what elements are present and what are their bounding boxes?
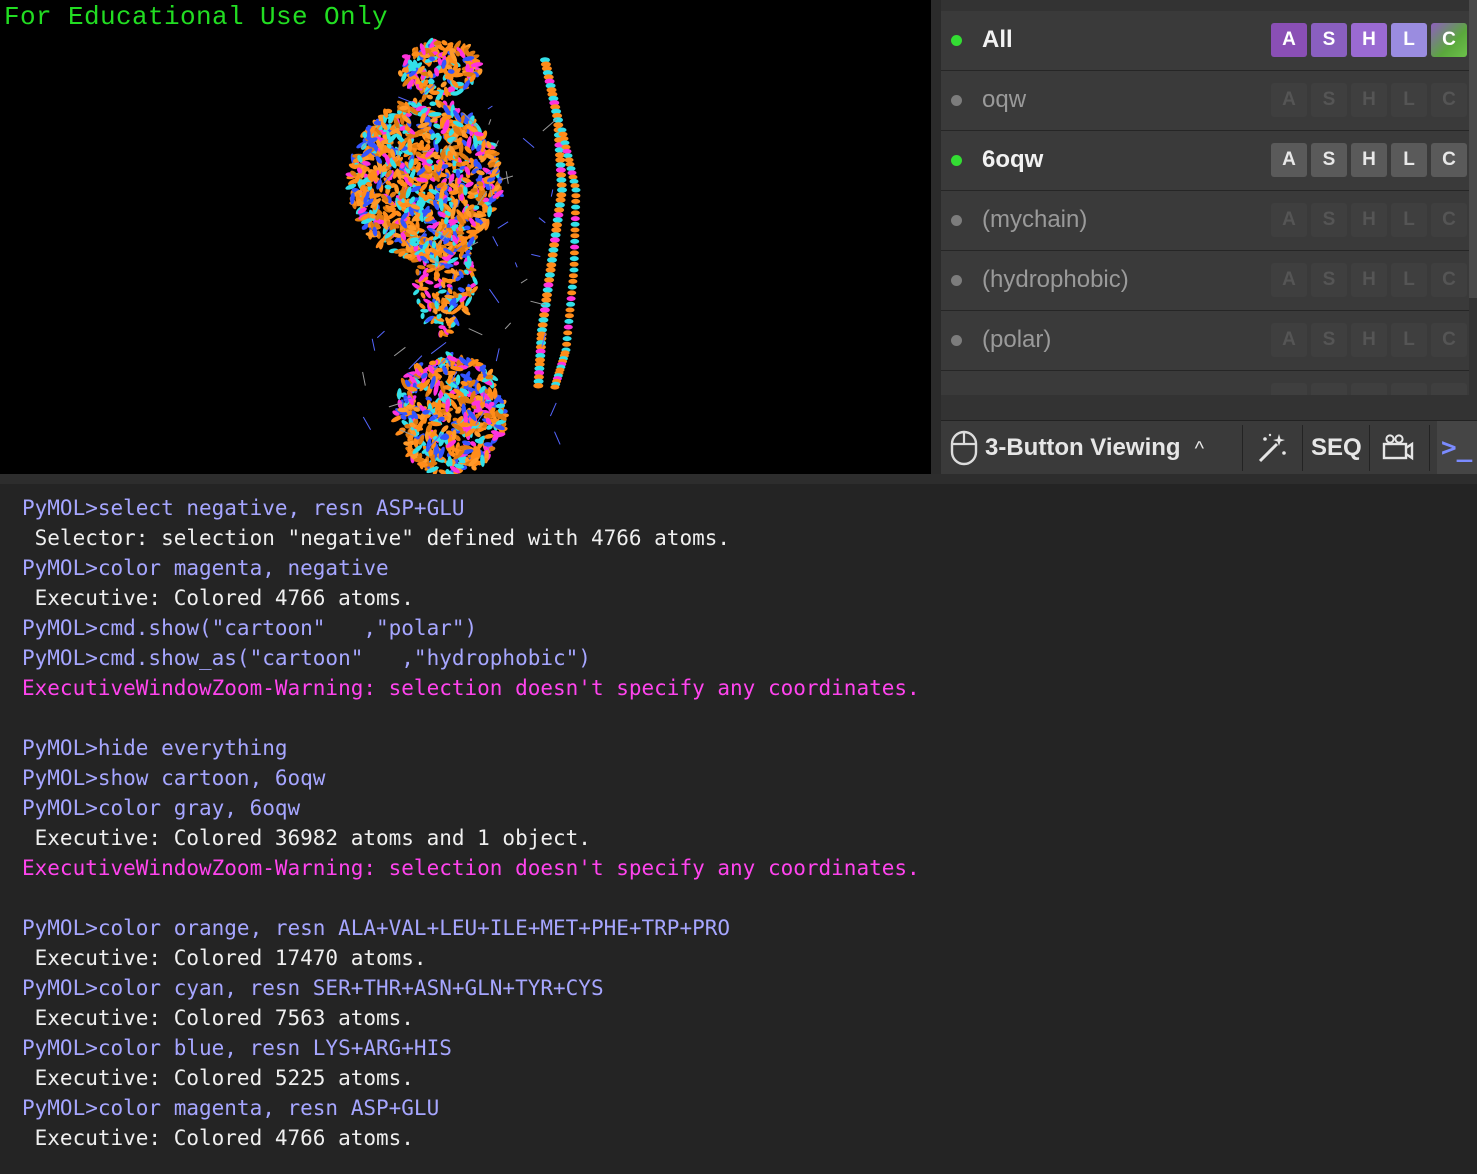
enabled-indicator-icon[interactable]: [951, 275, 962, 286]
enabled-indicator-icon[interactable]: [951, 155, 962, 166]
object-action-button-c[interactable]: C: [1431, 323, 1467, 357]
object-action-button-c[interactable]: C: [1431, 203, 1467, 237]
object-name[interactable]: oqw: [982, 86, 1026, 114]
object-action-button-h[interactable]: H: [1351, 23, 1387, 57]
console-command-line: PyMOL>hide everything: [22, 736, 288, 760]
console-output[interactable]: PyMOL>select negative, resn ASP+GLU Sele…: [0, 484, 1477, 1174]
mouse-icon: [950, 430, 978, 466]
object-action-button-a[interactable]: A: [1271, 83, 1307, 117]
protein-structure-render[interactable]: [330, 30, 610, 474]
object-row[interactable]: (polar) A S H L C: [941, 311, 1469, 371]
object-action-button-l[interactable]: L: [1391, 83, 1427, 117]
object-action-button-l[interactable]: L: [1391, 323, 1427, 357]
enabled-indicator-icon[interactable]: [951, 35, 962, 46]
seq-label: SEQ: [1311, 434, 1362, 461]
terminal-icon: >_: [1441, 433, 1473, 463]
object-action-button-c[interactable]: C: [1431, 83, 1467, 117]
object-action-button-a[interactable]: A: [1271, 143, 1307, 177]
chevron-up-icon: ^: [1194, 437, 1204, 460]
object-action-button-l[interactable]: L: [1391, 203, 1427, 237]
object-row[interactable]: (mychain) A S H L C: [941, 191, 1469, 251]
object-panel-scrollbar[interactable]: [1469, 0, 1477, 298]
object-action-button-c[interactable]: C: [1431, 263, 1467, 297]
cartoon-ribbons: [345, 37, 581, 474]
sequence-button[interactable]: SEQ: [1311, 421, 1362, 475]
console-command-line: PyMOL>cmd.show("cartoon" ,"polar"): [22, 616, 478, 640]
object-name[interactable]: 6oqw: [982, 146, 1043, 174]
movie-button[interactable]: [1381, 421, 1415, 475]
console-warning-line: ExecutiveWindowZoom-Warning: selection d…: [22, 676, 920, 700]
object-action-button-s[interactable]: S: [1311, 203, 1347, 237]
enabled-indicator-icon[interactable]: [951, 335, 962, 346]
console-output-line: Selector: selection "negative" defined w…: [22, 526, 731, 550]
3d-viewer[interactable]: For Educational Use Only: [0, 0, 931, 474]
object-action-button-l[interactable]: L: [1391, 23, 1427, 57]
mouse-mode-button[interactable]: 3-Button Viewing ^: [949, 421, 1204, 475]
object-action-button-h[interactable]: H: [1351, 143, 1387, 177]
object-action-button-a[interactable]: A: [1271, 263, 1307, 297]
object-action-button-a[interactable]: A: [1271, 203, 1307, 237]
bottom-toolbar: 3-Button Viewing ^ SEQ >_: [941, 420, 1477, 475]
console-command-line: PyMOL>color magenta, negative: [22, 556, 389, 580]
object-row[interactable]: oqw A S H L C: [941, 71, 1469, 131]
object-row-partial[interactable]: [941, 371, 1469, 395]
object-row[interactable]: 6oqw A S H L C: [941, 131, 1469, 191]
console-toggle-button[interactable]: >_: [1437, 421, 1477, 475]
object-row[interactable]: (hydrophobic) A S H L C: [941, 251, 1469, 311]
console-warning-line: ExecutiveWindowZoom-Warning: selection d…: [22, 856, 920, 880]
console-command-line: PyMOL>color orange, resn ALA+VAL+LEU+ILE…: [22, 916, 731, 940]
object-action-button-s[interactable]: S: [1311, 83, 1347, 117]
object-action-button-h[interactable]: H: [1351, 263, 1387, 297]
object-name[interactable]: (polar): [982, 326, 1051, 354]
console-command-line: PyMOL>color gray, 6oqw: [22, 796, 301, 820]
object-action-button-s[interactable]: S: [1311, 143, 1347, 177]
console-command-line: PyMOL>color blue, resn LYS+ARG+HIS: [22, 1036, 452, 1060]
enabled-indicator-icon[interactable]: [951, 215, 962, 226]
magic-wand-button[interactable]: [1255, 421, 1289, 475]
console-output-line: Executive: Colored 5225 atoms.: [22, 1066, 414, 1090]
object-action-button-s[interactable]: S: [1311, 263, 1347, 297]
object-action-button-s[interactable]: S: [1311, 23, 1347, 57]
viewer-panel-divider[interactable]: [931, 0, 941, 474]
object-action-button-s[interactable]: S: [1311, 323, 1347, 357]
console-output-line: Executive: Colored 4766 atoms.: [22, 586, 414, 610]
object-panel: All A S H L Coqw A S H L C 6oqw A S H L C (mychain) A S H L C(…: [941, 0, 1477, 474]
console-output-line: Executive: Colored 7563 atoms.: [22, 1006, 414, 1030]
console-command-line: PyMOL>color magenta, resn ASP+GLU: [22, 1096, 440, 1120]
object-action-button-a[interactable]: A: [1271, 23, 1307, 57]
console-command-line: PyMOL>cmd.show_as("cartoon" ,"hydrophobi…: [22, 646, 591, 670]
console-output-line: Executive: Colored 4766 atoms.: [22, 1126, 414, 1150]
object-action-button-l[interactable]: L: [1391, 263, 1427, 297]
magic-wand-icon: [1258, 433, 1286, 463]
object-row[interactable]: All A S H L C: [941, 11, 1469, 71]
console-command-line: PyMOL>color cyan, resn SER+THR+ASN+GLN+T…: [22, 976, 604, 1000]
object-name[interactable]: (hydrophobic): [982, 266, 1129, 294]
console-output-line: Executive: Colored 17470 atoms.: [22, 946, 427, 970]
object-action-button-h[interactable]: H: [1351, 83, 1387, 117]
object-action-button-c[interactable]: C: [1431, 23, 1467, 57]
enabled-indicator-icon[interactable]: [951, 95, 962, 106]
console-command-line: PyMOL>select negative, resn ASP+GLU: [22, 496, 465, 520]
object-action-button-h[interactable]: H: [1351, 203, 1387, 237]
movie-camera-icon: [1382, 434, 1414, 461]
mouse-mode-label: 3-Button Viewing: [985, 434, 1181, 461]
object-action-button-h[interactable]: H: [1351, 323, 1387, 357]
object-action-button-a[interactable]: A: [1271, 323, 1307, 357]
object-name[interactable]: All: [982, 26, 1013, 54]
watermark-text: For Educational Use Only: [4, 2, 389, 32]
console-output-line: Executive: Colored 36982 atoms and 1 obj…: [22, 826, 591, 850]
console-divider[interactable]: [0, 474, 1477, 484]
console-command-line: PyMOL>show cartoon, 6oqw: [22, 766, 326, 790]
object-action-button-c[interactable]: C: [1431, 143, 1467, 177]
object-action-button-l[interactable]: L: [1391, 143, 1427, 177]
object-name[interactable]: (mychain): [982, 206, 1087, 234]
